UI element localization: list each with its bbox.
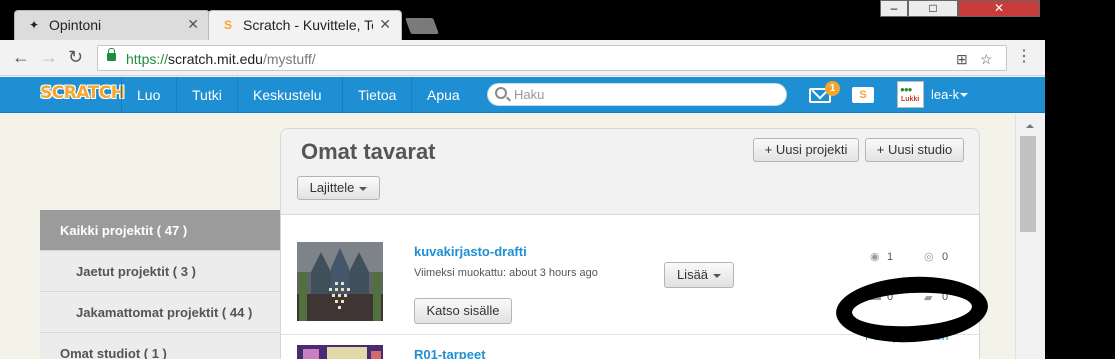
chevron-down-icon[interactable] [960,93,968,97]
maximize-button[interactable]: □ [908,0,958,17]
project-title-link[interactable]: kuvakirjasto-drafti [414,244,527,259]
project-thumbnail-image [297,345,383,359]
page-scrollbar[interactable] [1015,114,1045,359]
nav-help[interactable]: Apua [411,77,475,113]
panel-header: Omat tavarat + Uusi projekti + Uusi stud… [281,129,979,215]
message-count-badge: 1 [825,81,840,96]
project-thumbnail[interactable] [297,242,383,321]
project-thumbnail[interactable] [297,345,383,359]
address-bar[interactable]: https://scratch.mit.edu/mystuff/ ⊞ ☆ [97,45,1007,71]
nav-discuss[interactable]: Keskustelu [237,77,336,113]
scratch-s-icon: S [223,18,232,32]
see-inside-button[interactable]: Katso sisälle [414,298,512,324]
chevron-down-icon [713,273,722,278]
tab-scratch[interactable]: S Scratch - Kuvittele, Tee ✕ [208,10,402,40]
scroll-up-icon[interactable] [1026,124,1034,128]
menu-icon[interactable]: ⋮ [1016,49,1032,65]
url-text[interactable]: https://scratch.mit.edu/mystuff/ [126,51,316,67]
scratch-logo[interactable]: SCRATCH [40,83,125,103]
avatar-label: Lukki [901,96,920,103]
more-label: Lisää [676,267,709,282]
sidebar-item-shared[interactable]: Jaetut projektit ( 3 ) [40,251,280,292]
project-title-link[interactable]: R01-tarpeet [414,347,486,359]
reload-icon[interactable]: ↻ [68,48,83,66]
star-icon[interactable]: ☆ [980,51,993,68]
scratch-navbar: SCRATCH Luo Tutki Keskustelu Tietoa Apua… [0,77,1045,113]
screen-edge [1045,0,1115,359]
tab-title: Scratch - Kuvittele, Tee [243,17,373,33]
translate-icon[interactable]: ⊞ [956,51,968,68]
nav-create[interactable]: Luo [121,77,175,113]
eye-icon: ◉ [870,251,880,263]
sidebar-item-unshared[interactable]: Jakamattomat projektit ( 44 ) [40,292,280,333]
remixes-count: 0 [942,251,949,263]
chevron-down-icon [359,186,368,191]
window-controls: – □ ✕ [880,0,1045,18]
scratch-cat-icon: ✦ [28,18,40,32]
close-tab-icon[interactable]: ✕ [187,16,199,33]
sidebar-item-studios[interactable]: Omat studiot ( 1 ) [40,333,280,359]
tab-opintoni[interactable]: ✦ Opintoni ✕ [14,10,210,40]
avatar[interactable]: ●●● Lukki [897,81,924,108]
avatar-eyes-icon: ●●● [900,85,912,94]
my-stuff-icon[interactable]: S [852,87,874,103]
search-input[interactable] [514,86,774,103]
new-project-button[interactable]: + Uusi projekti [753,138,859,162]
new-tab-button[interactable] [405,18,439,34]
browser-toolbar: ← → ↻ https://scratch.mit.edu/mystuff/ ⊞… [0,40,1045,76]
tab-strip: ✦ Opintoni ✕ S Scratch - Kuvittele, Tee … [0,0,1045,40]
minimize-button[interactable]: – [880,0,908,17]
forward-arrow-icon[interactable]: → [40,48,58,66]
search-icon[interactable] [495,87,507,99]
page-title: Omat tavarat [301,139,436,164]
lock-icon [107,48,116,61]
username[interactable]: lea-k [931,87,959,102]
close-window-button[interactable]: ✕ [958,0,1040,17]
new-studio-button[interactable]: + Uusi studio [865,138,964,162]
sidebar: Kaikki projektit ( 47 ) Jaetut projektit… [40,210,280,359]
more-dropdown[interactable]: Lisää [664,262,734,288]
nav-explore[interactable]: Tutki [176,77,237,113]
sort-label: Lajittele [309,180,355,195]
close-tab-icon[interactable]: ✕ [379,16,391,33]
castle-thumbnail-image [297,242,383,321]
browser-window: ✦ Opintoni ✕ S Scratch - Kuvittele, Tee … [0,0,1045,359]
scrollbar-thumb[interactable] [1020,136,1036,232]
views-count: 1 [887,251,894,263]
tab-title: Opintoni [49,17,102,33]
back-arrow-icon[interactable]: ← [12,48,30,66]
remix-icon: ◎ [924,251,934,263]
project-modified: Viimeksi muokattu: about 3 hours ago [414,267,598,279]
search-box [487,83,787,106]
nav-about[interactable]: Tietoa [342,77,411,113]
sidebar-item-all-projects[interactable]: Kaikki projektit ( 47 ) [40,210,280,251]
sort-dropdown[interactable]: Lajittele [297,176,380,200]
